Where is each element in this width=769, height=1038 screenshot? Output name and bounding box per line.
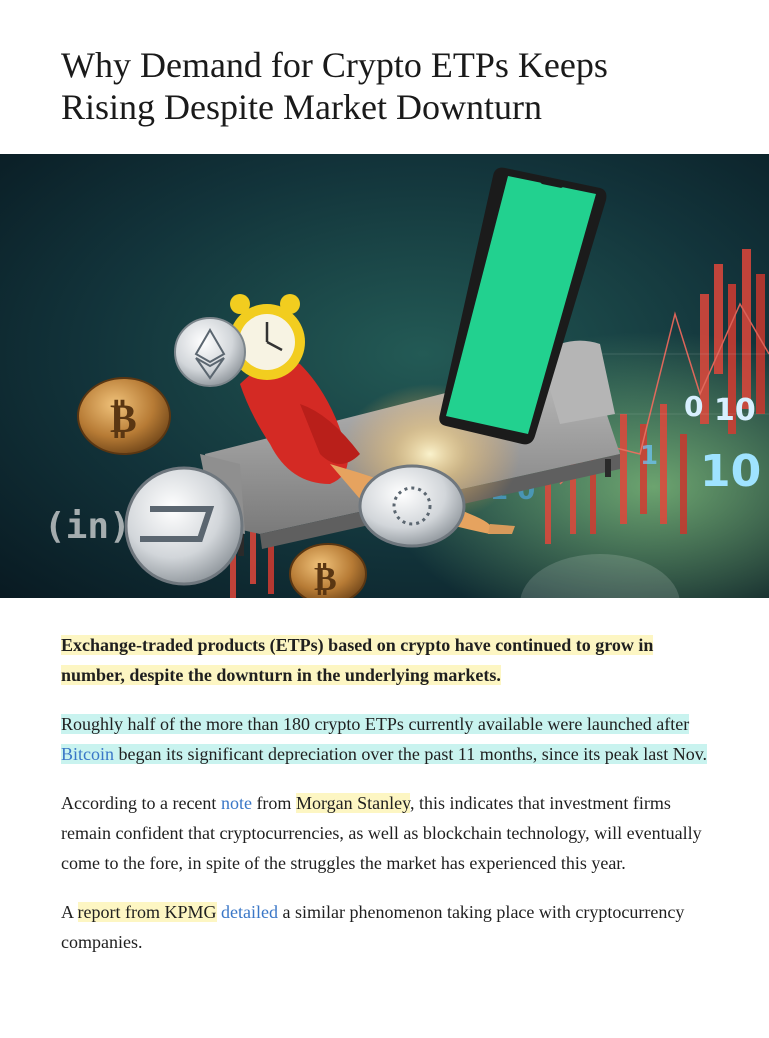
p1-highlight: Roughly half of the more than 180 crypto… [61,714,708,764]
article-paragraph-2: According to a recent note from Morgan S… [61,788,721,878]
kpmg-report-highlight: report from KPMG [77,902,217,922]
site-watermark-logo: (in) [44,506,131,547]
article-paragraph-3: A report from KPMG detailed a similar ph… [61,897,721,957]
coin-iota-graphic [358,464,466,548]
p2-text-1: According to a recent [61,793,221,813]
article-body: Exchange-traded products (ETPs) based on… [61,630,721,976]
article-title-line-2: Rising Despite Market Downturn [61,87,542,127]
svg-text:₿: ₿ [110,396,137,442]
coin-ethereum-graphic [174,317,246,387]
p3-text-1: A [61,902,78,922]
svg-text:1: 1 [640,441,658,471]
svg-text:0: 0 [684,390,703,423]
note-link[interactable]: note [221,793,252,813]
p1-text-after: began its significant depreciation over … [114,744,708,764]
article-title: Why Demand for Crypto ETPs Keeps Rising … [0,0,769,128]
p2-text-2: from [251,793,296,813]
bitcoin-link[interactable]: Bitcoin [61,744,114,764]
article-title-line-1: Why Demand for Crypto ETPs Keeps [61,45,608,85]
article-paragraph-1: Roughly half of the more than 180 crypto… [61,709,721,769]
svg-text:10: 10 [700,446,761,497]
lead-highlight: Exchange-traded products (ETPs) based on… [61,635,654,685]
coin-dash-graphic [124,466,244,586]
coin-bitcoin-bottom-graphic: ₿ [289,543,367,598]
detailed-link[interactable]: detailed [221,902,278,922]
article-lead-paragraph: Exchange-traded products (ETPs) based on… [61,630,721,690]
morgan-stanley-highlight: Morgan Stanley [295,793,410,813]
svg-text:10: 10 [714,393,756,428]
p1-text-before: Roughly half of the more than 180 crypto… [61,714,690,734]
svg-text:₿: ₿ [314,559,337,598]
hero-image: 0 10 10 1 1 0 [0,154,769,598]
coin-bitcoin-left-graphic: ₿ [77,377,171,455]
